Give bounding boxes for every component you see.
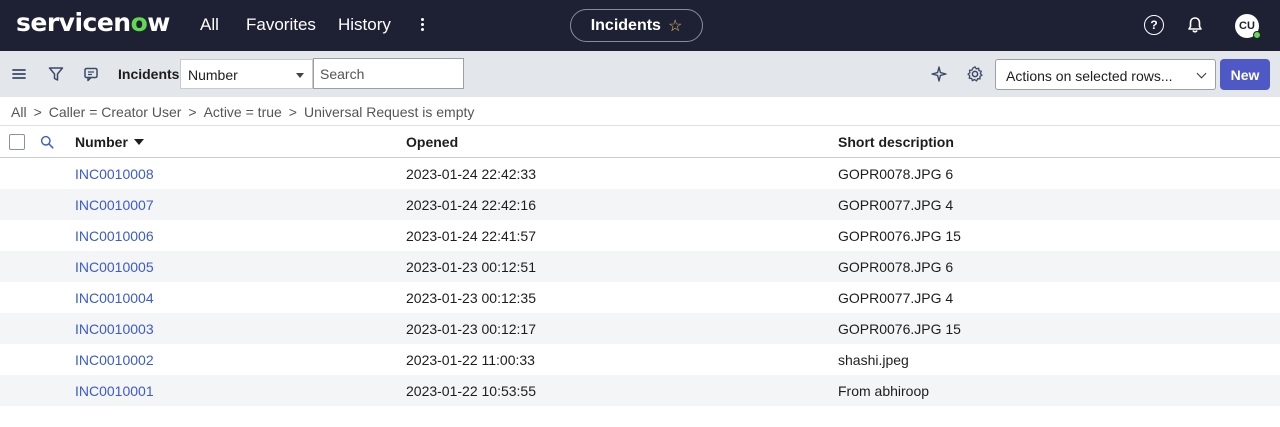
online-status-dot [1253, 31, 1261, 39]
search-icon[interactable] [40, 135, 54, 149]
star-outline-icon[interactable]: ☆ [668, 16, 682, 36]
incident-number-link[interactable]: INC0010004 [75, 290, 154, 306]
column-header-short-description[interactable]: Short description [838, 134, 954, 150]
table-row: INC0010006 2023-01-24 22:41:57 GOPR0076.JP… [0, 220, 1280, 251]
sort-descending-icon [133, 139, 144, 145]
select-all-checkbox[interactable] [9, 134, 25, 150]
more-menu-icon[interactable] [414, 14, 430, 36]
actions-on-selected-rows-select[interactable]: Actions on selected rows... [995, 59, 1216, 90]
incident-number-link[interactable]: INC0010003 [75, 321, 154, 337]
opened-cell: 2023-01-22 11:00:33 [406, 352, 535, 368]
caret-down-icon [296, 73, 304, 78]
short-description-cell: GOPR0076.JPG 15 [838, 321, 961, 337]
breadcrumb-caller-filter[interactable]: Caller = Creator User [49, 104, 182, 120]
opened-cell: 2023-01-24 22:41:57 [406, 228, 536, 244]
opened-cell: 2023-01-22 10:53:55 [406, 383, 536, 399]
table-row: INC0010004 2023-01-23 00:12:35 GOPR0077.JP… [0, 282, 1280, 313]
help-circle-icon[interactable]: ? [1144, 15, 1164, 35]
breadcrumb-active-filter[interactable]: Active = true [204, 104, 282, 120]
short-description-cell: GOPR0077.JPG 4 [838, 290, 954, 306]
incident-number-link[interactable]: INC0010007 [75, 197, 154, 213]
incident-number-link[interactable]: INC0010008 [75, 166, 154, 182]
incident-list: INC0010008 2023-01-24 22:42:33 GOPR0078.JP… [0, 158, 1280, 406]
search-input[interactable] [313, 58, 464, 89]
breadcrumb: All > Caller = Creator User > Active = true >… [11, 104, 474, 120]
opened-cell: 2023-01-24 22:42:33 [406, 166, 536, 182]
incident-number-link[interactable]: INC0010001 [75, 383, 154, 399]
opened-cell: 2023-01-23 00:12:35 [406, 290, 536, 306]
table-row: INC0010003 2023-01-23 00:12:17 GOPR0076.JP… [0, 313, 1280, 344]
context-title: Incidents [590, 16, 661, 34]
new-button[interactable]: New [1220, 59, 1270, 90]
nav-link-favorites[interactable]: Favorites [246, 15, 316, 35]
context-title-pill[interactable]: Incidents ☆ [570, 9, 703, 42]
opened-cell: 2023-01-23 00:12:17 [406, 321, 536, 337]
short-description-cell: GOPR0077.JPG 4 [838, 197, 954, 213]
table-header: Number Opened Short description [0, 126, 1280, 158]
list-title: Incidents [118, 66, 180, 82]
breadcrumb-all[interactable]: All [11, 104, 27, 120]
column-header-opened[interactable]: Opened [406, 134, 458, 150]
list-toolbar: Incidents Number Actions on selected row… [0, 51, 1280, 97]
table-row: INC0010001 2023-01-22 10:53:55 From abhiro… [0, 375, 1280, 406]
search-field-select[interactable]: Number [180, 59, 313, 89]
table-row: INC0010008 2023-01-24 22:42:33 GOPR0078.JP… [0, 158, 1280, 189]
short-description-cell: GOPR0076.JPG 15 [838, 228, 961, 244]
nav-link-all[interactable]: All [200, 15, 219, 35]
bell-icon[interactable] [1185, 15, 1205, 35]
hamburger-menu-icon[interactable] [10, 65, 28, 83]
top-navigation-bar: servicenow All Favorites History Inciden… [0, 0, 1280, 51]
servicenow-logo[interactable]: servicenow [16, 8, 170, 37]
breadcrumb-separator: > [33, 104, 42, 120]
user-avatar[interactable]: CU [1235, 14, 1261, 39]
short-description-cell: From abhiroop [838, 383, 930, 399]
table-row: INC0010005 2023-01-23 00:12:51 GOPR0078.JP… [0, 251, 1280, 282]
breadcrumb-universal-request-filter[interactable]: Universal Request is empty [304, 104, 474, 120]
table-row: INC0010007 2023-01-24 22:42:16 GOPR0077.JP… [0, 189, 1280, 220]
incident-number-link[interactable]: INC0010005 [75, 259, 154, 275]
table-row: INC0010002 2023-01-22 11:00:33 shashi.jpeg [0, 344, 1280, 375]
short-description-cell: GOPR0078.JPG 6 [838, 166, 954, 182]
breadcrumb-separator: > [188, 104, 197, 120]
opened-cell: 2023-01-24 22:42:16 [406, 197, 536, 213]
chevron-down-icon [1196, 68, 1207, 79]
breadcrumb-separator: > [288, 104, 297, 120]
short-description-cell: shashi.jpeg [838, 352, 909, 368]
opened-cell: 2023-01-23 00:12:51 [406, 259, 536, 275]
nav-link-history[interactable]: History [338, 15, 391, 35]
column-header-number[interactable]: Number [75, 134, 144, 150]
incident-number-link[interactable]: INC0010006 [75, 228, 154, 244]
chat-bubble-icon[interactable] [82, 65, 100, 83]
short-description-cell: GOPR0078.JPG 6 [838, 259, 954, 275]
funnel-filter-icon[interactable] [47, 65, 65, 83]
gear-icon[interactable] [966, 65, 984, 83]
incident-number-link[interactable]: INC0010002 [75, 352, 154, 368]
sparkle-icon[interactable] [930, 65, 948, 83]
